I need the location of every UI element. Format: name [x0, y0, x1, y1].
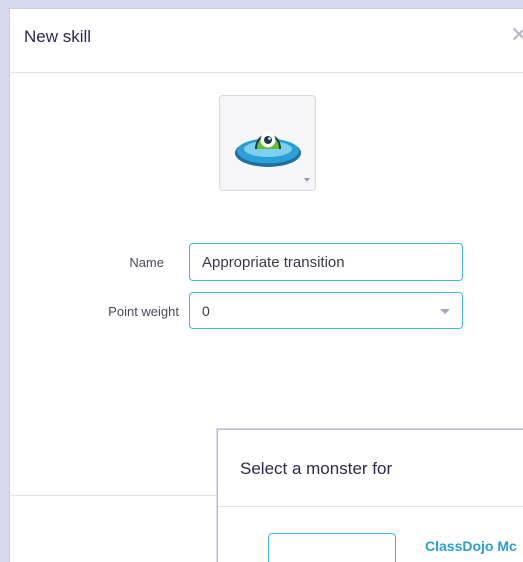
point-weight-select[interactable]: 0 [189, 292, 463, 329]
dialog-header: New skill ✕ [10, 9, 523, 73]
monster-avatar-icon [235, 132, 301, 167]
name-label: Name [129, 255, 164, 270]
skill-icon-picker[interactable] [219, 95, 316, 191]
skill-name-input[interactable] [189, 243, 463, 281]
select-monster-header: Select a monster for [218, 430, 523, 507]
chevron-down-icon [440, 309, 450, 314]
monster-set-link[interactable]: ClassDojo Mc [425, 538, 517, 554]
point-weight-label: Point weight [108, 304, 179, 319]
dialog-title: New skill [24, 27, 92, 46]
select-monster-title: Select a monster for [240, 459, 393, 478]
chevron-down-icon [304, 178, 310, 182]
point-weight-value: 0 [202, 303, 210, 319]
monster-option[interactable] [268, 533, 396, 562]
close-icon[interactable]: ✕ [510, 24, 523, 46]
select-monster-dialog: Select a monster for ClassDojo Mc [217, 429, 523, 562]
